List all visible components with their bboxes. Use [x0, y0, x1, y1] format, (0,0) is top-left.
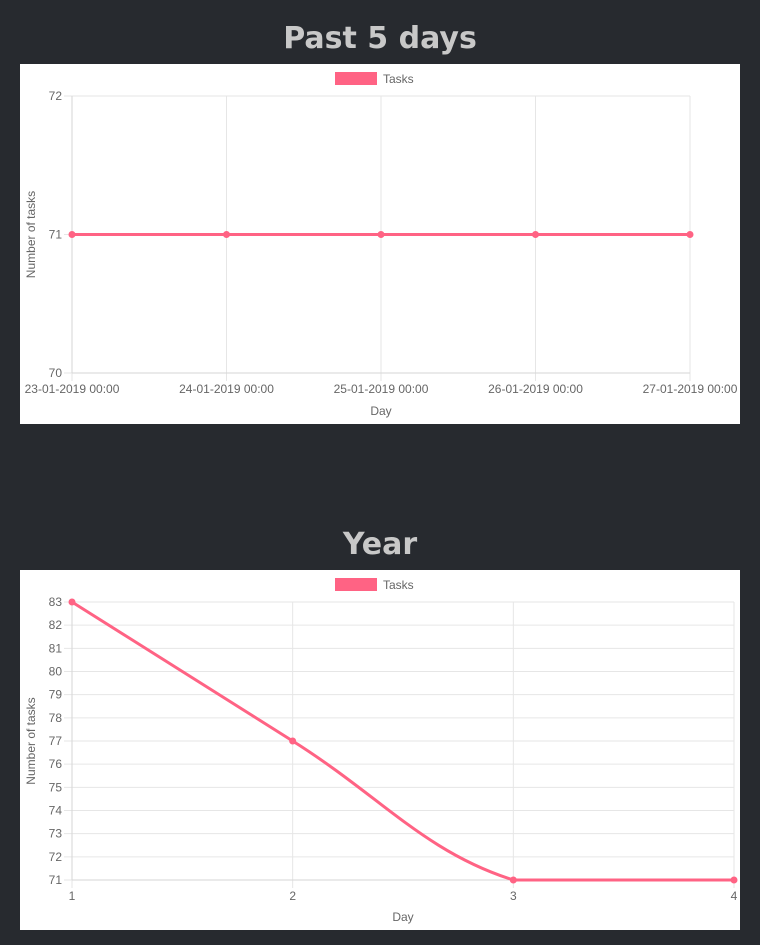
x-tick-label: 1 [69, 889, 76, 903]
x-tick-label: 26-01-2019 00:00 [488, 382, 583, 396]
data-point [532, 231, 539, 238]
y-axis-title: Number of tasks [24, 191, 38, 278]
y-tick-label: 79 [49, 688, 63, 702]
data-point [377, 231, 385, 238]
x-tick-label: 3 [510, 889, 517, 903]
chart-year: 71 72 73 74 75 76 77 78 79 80 81 82 83 1 2 3 4 Day Number … [24, 578, 738, 924]
data-point [686, 231, 694, 238]
y-tick-label: 72 [49, 850, 63, 864]
y-tick-label: 77 [49, 734, 63, 748]
data-point [68, 231, 76, 238]
y-tick-label: 75 [49, 780, 63, 794]
x-tick-label: 4 [731, 889, 738, 903]
legend-label: Tasks [383, 578, 414, 592]
y-tick-label: 70 [49, 366, 63, 380]
y-axis-title: Number of tasks [24, 697, 38, 784]
y-tick-label: 73 [49, 827, 63, 841]
section-title-past-5-days: Past 5 days [283, 21, 477, 56]
y-tick-label: 81 [49, 641, 63, 655]
x-tick-label: 2 [289, 889, 296, 903]
x-tick-label: 24-01-2019 00:00 [179, 382, 274, 396]
x-tick-label: 25-01-2019 00:00 [334, 382, 429, 396]
legend-swatch [335, 578, 377, 591]
data-point [68, 598, 76, 606]
legend-label: Tasks [383, 72, 414, 86]
y-tick-label: 71 [49, 228, 63, 242]
data-point [289, 737, 297, 745]
y-tick-label: 82 [49, 618, 63, 632]
section-title-year: Year [342, 527, 418, 562]
x-axis-title: Day [370, 404, 391, 418]
y-tick-label: 78 [49, 711, 63, 725]
y-tick-label: 72 [49, 89, 63, 103]
legend-swatch [335, 72, 377, 85]
data-point [223, 231, 230, 238]
y-tick-label: 80 [49, 665, 63, 679]
x-tick-label: 27-01-2019 00:00 [643, 382, 738, 396]
x-axis-title: Day [392, 910, 413, 924]
chart-panel-year: 71 72 73 74 75 76 77 78 79 80 81 82 83 1 2 3 4 Day Number … [20, 570, 740, 930]
y-tick-label: 76 [49, 757, 63, 771]
chart-panel-past-5-days: 70 71 72 23-01-2019 00:00 24-01-2019 00:00 25… [20, 64, 740, 424]
data-point [730, 876, 738, 884]
y-tick-label: 71 [49, 873, 63, 887]
data-point [509, 876, 517, 884]
x-tick-label: 23-01-2019 00:00 [25, 382, 120, 396]
y-tick-label: 83 [49, 595, 63, 609]
chart-past-5-days: 70 71 72 23-01-2019 00:00 24-01-2019 00:00 25… [24, 72, 738, 418]
y-tick-label: 74 [49, 804, 63, 818]
